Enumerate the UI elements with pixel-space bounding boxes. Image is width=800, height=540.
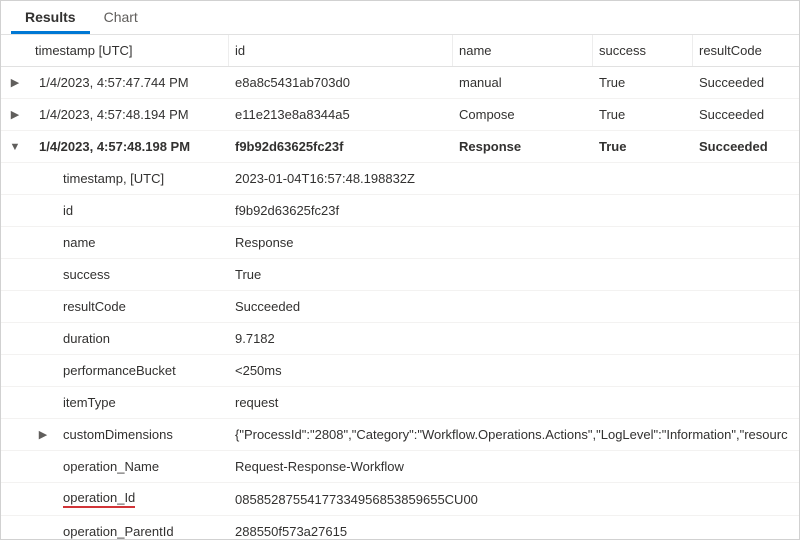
detail-val-operation-id: 08585287554177334956853859655CU00 [229, 485, 800, 514]
detail-row[interactable]: operation_Name Request-Response-Workflow [1, 451, 799, 483]
detail-row[interactable]: operation_Id 085852875541773349568538596… [1, 483, 799, 516]
detail-val-operation-parentid: 288550f573a27615 [229, 517, 800, 540]
cell-success: True [593, 100, 693, 129]
cell-success: True [593, 68, 693, 97]
cell-success: True [593, 132, 693, 161]
detail-val-itemtype: request [229, 388, 800, 417]
cell-resultcode: Succeeded [693, 68, 800, 97]
header-timestamp[interactable]: timestamp [UTC] [29, 35, 229, 66]
detail-row[interactable]: itemType request [1, 387, 799, 419]
detail-val-operation-name: Request-Response-Workflow [229, 452, 800, 481]
cell-id: f9b92d63625fc23f [229, 132, 453, 161]
header-name[interactable]: name [453, 35, 593, 66]
detail-key-success: success [57, 260, 229, 289]
detail-key-operation-id: operation_Id [57, 483, 229, 515]
detail-key-resultcode: resultCode [57, 292, 229, 321]
tab-chart[interactable]: Chart [90, 1, 152, 34]
detail-val-success: True [229, 260, 800, 289]
detail-val-name: Response [229, 228, 800, 257]
detail-row[interactable]: ▶ customDimensions {"ProcessId":"2808","… [1, 419, 799, 451]
table-row[interactable]: ▼ 1/4/2023, 4:57:48.198 PM f9b92d63625fc… [1, 131, 799, 163]
cell-name: Response [453, 132, 593, 161]
grid-header: timestamp [UTC] id name success resultCo… [1, 35, 799, 67]
table-row[interactable]: ▶ 1/4/2023, 4:57:47.744 PM e8a8c5431ab70… [1, 67, 799, 99]
detail-row[interactable]: id f9b92d63625fc23f [1, 195, 799, 227]
cell-timestamp: 1/4/2023, 4:57:48.194 PM [29, 100, 229, 129]
header-resultcode[interactable]: resultCode [693, 35, 800, 66]
cell-id: e8a8c5431ab703d0 [229, 68, 453, 97]
detail-row[interactable]: success True [1, 259, 799, 291]
table-row[interactable]: ▶ 1/4/2023, 4:57:48.194 PM e11e213e8a834… [1, 99, 799, 131]
detail-key-duration: duration [57, 324, 229, 353]
detail-val-performancebucket: <250ms [229, 356, 800, 385]
detail-key-timestamp: timestamp, [UTC] [57, 164, 229, 193]
detail-key-id: id [57, 196, 229, 225]
header-expand-col [1, 43, 29, 59]
cell-id: e11e213e8a8344a5 [229, 100, 453, 129]
detail-key-operation-name: operation_Name [57, 452, 229, 481]
cell-name: manual [453, 68, 593, 97]
detail-key-performancebucket: performanceBucket [57, 356, 229, 385]
chevron-right-icon[interactable]: ▶ [1, 67, 29, 98]
detail-row[interactable]: operation_ParentId 288550f573a27615 [1, 516, 799, 540]
cell-timestamp: 1/4/2023, 4:57:47.744 PM [29, 68, 229, 97]
cell-resultcode: Succeeded [693, 132, 800, 161]
tabs-bar: Results Chart [1, 1, 799, 35]
chevron-right-icon[interactable]: ▶ [1, 99, 29, 130]
detail-val-duration: 9.7182 [229, 324, 800, 353]
detail-key-customdimensions: customDimensions [57, 420, 229, 449]
detail-row[interactable]: resultCode Succeeded [1, 291, 799, 323]
detail-val-customdimensions: {"ProcessId":"2808","Category":"Workflow… [229, 420, 800, 449]
detail-val-timestamp: 2023-01-04T16:57:48.198832Z [229, 164, 800, 193]
header-success[interactable]: success [593, 35, 693, 66]
detail-row[interactable]: timestamp, [UTC] 2023-01-04T16:57:48.198… [1, 163, 799, 195]
detail-val-id: f9b92d63625fc23f [229, 196, 800, 225]
cell-name: Compose [453, 100, 593, 129]
detail-key-name: name [57, 228, 229, 257]
detail-panel: timestamp, [UTC] 2023-01-04T16:57:48.198… [1, 163, 799, 540]
detail-key-itemtype: itemType [57, 388, 229, 417]
detail-key-operation-parentid: operation_ParentId [57, 517, 229, 540]
tab-results[interactable]: Results [11, 1, 90, 34]
detail-row[interactable]: duration 9.7182 [1, 323, 799, 355]
detail-row[interactable]: name Response [1, 227, 799, 259]
header-id[interactable]: id [229, 35, 453, 66]
cell-timestamp: 1/4/2023, 4:57:48.198 PM [29, 132, 229, 161]
detail-val-resultcode: Succeeded [229, 292, 800, 321]
detail-row[interactable]: performanceBucket <250ms [1, 355, 799, 387]
cell-resultcode: Succeeded [693, 100, 800, 129]
chevron-right-icon[interactable]: ▶ [29, 428, 57, 441]
chevron-down-icon[interactable]: ▼ [1, 131, 29, 162]
